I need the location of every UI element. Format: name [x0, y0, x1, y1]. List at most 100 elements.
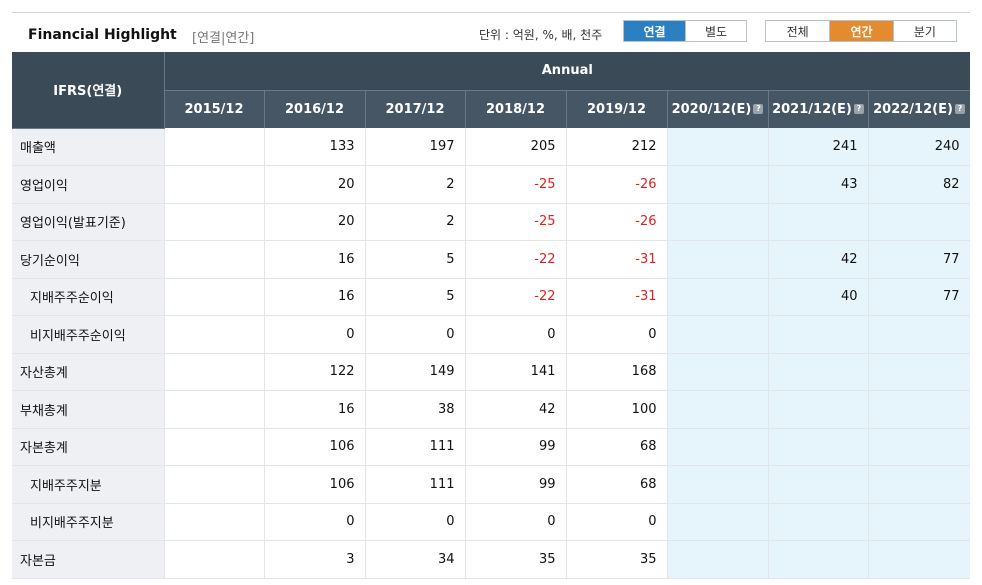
- table-row: 자본금 3 34 35 35: [12, 540, 970, 579]
- table-cell: 122: [264, 353, 366, 391]
- table-row: 매출액 133 197 205 212 241 240: [12, 128, 970, 166]
- column-header-label: 2020/12(E): [671, 101, 752, 117]
- table-row: 영업이익 20 2 -25 -26 43 82: [12, 165, 970, 204]
- table-row: 비지배주주지분 0 0 0 0: [12, 503, 970, 541]
- row-label: 당기순이익: [12, 240, 165, 279]
- tab-all[interactable]: 전체: [766, 21, 829, 41]
- scope-toggle: 연결 별도: [623, 20, 747, 42]
- tab-quarterly[interactable]: 분기: [892, 21, 956, 41]
- table-cell: 20: [264, 203, 366, 241]
- table-cell: 133: [264, 128, 366, 166]
- table-cell: [667, 165, 769, 204]
- table-cell: 5: [365, 240, 466, 279]
- table-cell: 43: [768, 165, 869, 204]
- table-cell: [667, 540, 769, 579]
- table-cell: 35: [566, 540, 668, 579]
- table-cell: 0: [264, 503, 366, 541]
- column-header: 2020/12(E)?: [667, 90, 769, 128]
- table-cell: 0: [264, 315, 366, 354]
- table-cell: -22: [465, 240, 567, 279]
- row-label: 자본총계: [12, 428, 165, 466]
- table-cell: 16: [264, 240, 366, 279]
- row-label: 영업이익: [12, 165, 165, 204]
- table-cell: -31: [566, 240, 668, 279]
- table-cell: 0: [465, 315, 567, 354]
- table-cell: 197: [365, 128, 466, 166]
- table-cell: [768, 315, 869, 354]
- row-label: 비지배주주순이익: [12, 315, 165, 354]
- estimate-help-icon[interactable]: ?: [954, 104, 965, 115]
- table-cell: 20: [264, 165, 366, 204]
- estimate-help-icon[interactable]: ?: [753, 104, 764, 115]
- table-cell: 42: [768, 240, 869, 279]
- table-cell: [667, 128, 769, 166]
- table-cell: [667, 315, 769, 354]
- table-cell: [164, 503, 265, 541]
- table-cell: [667, 503, 769, 541]
- table-cell: [868, 315, 970, 354]
- table-cell: [164, 390, 265, 429]
- table-cell: [768, 428, 869, 466]
- column-header: 2018/12: [465, 90, 567, 128]
- column-header: 2022/12(E)?: [868, 90, 970, 128]
- table-cell: 35: [465, 540, 567, 579]
- row-label: 지배주주순이익: [12, 278, 165, 316]
- table-cell: [667, 278, 769, 316]
- row-label: 영업이익(발표기준): [12, 203, 165, 241]
- table-cell: -26: [566, 165, 668, 204]
- table-cell: [164, 540, 265, 579]
- period-toggle: 전체 연간 분기: [765, 20, 957, 42]
- column-header-label: 2018/12: [485, 101, 546, 117]
- table-cell: -31: [566, 278, 668, 316]
- table-cell: 168: [566, 353, 668, 391]
- annual-group-header: Annual: [164, 52, 970, 91]
- table-cell: 111: [365, 465, 466, 504]
- column-header-label: 2017/12: [385, 101, 445, 117]
- table-cell: 205: [465, 128, 567, 166]
- table-cell: [768, 203, 869, 241]
- table-cell: [768, 390, 869, 429]
- table-row: 자산총계 122 149 141 168: [12, 353, 970, 391]
- table-cell: -22: [465, 278, 567, 316]
- row-label: 지배주주지분: [12, 465, 165, 504]
- table-cell: 99: [465, 465, 567, 504]
- table-cell: [667, 465, 769, 504]
- section-title: Financial Highlight: [28, 27, 177, 43]
- corner-header: IFRS(연결): [12, 52, 165, 129]
- tab-consolidated[interactable]: 연결: [624, 21, 685, 41]
- tab-annual[interactable]: 연간: [829, 21, 893, 41]
- table-cell: 68: [566, 428, 668, 466]
- financial-table-container: IFRS(연결) Annual 2015/12 2016/12 2017/12 201…: [12, 52, 970, 585]
- row-label: 자산총계: [12, 353, 165, 391]
- table-cell: [164, 203, 265, 241]
- table-cell: 111: [365, 428, 466, 466]
- table-cell: 0: [365, 315, 466, 354]
- table-cell: [164, 353, 265, 391]
- table-row: 비지배주주순이익 0 0 0 0: [12, 315, 970, 354]
- column-header: 2017/12: [365, 90, 466, 128]
- table-cell: 99: [465, 428, 567, 466]
- column-header: 2015/12: [164, 90, 265, 128]
- column-header-label: 2015/12: [184, 101, 244, 117]
- column-header: 2021/12(E)?: [768, 90, 869, 128]
- table-cell: [768, 465, 869, 504]
- tab-separate[interactable]: 별도: [684, 21, 746, 41]
- table-cell: 2: [365, 203, 466, 241]
- table-cell: 42: [465, 390, 567, 429]
- table-cell: 0: [465, 503, 567, 541]
- column-header: 2016/12: [264, 90, 366, 128]
- table-cell: [868, 353, 970, 391]
- table-cell: 0: [566, 315, 668, 354]
- table-cell: 38: [365, 390, 466, 429]
- table-cell: [868, 540, 970, 579]
- table-cell: 212: [566, 128, 668, 166]
- table-cell: 2: [365, 165, 466, 204]
- table-cell: 3: [264, 540, 366, 579]
- column-header-label: 2019/12: [586, 101, 647, 117]
- table-cell: [164, 278, 265, 316]
- table-cell: -25: [465, 165, 567, 204]
- table-cell: 240: [868, 128, 970, 166]
- unit-label: 단위 : 억원, %, 배, 천주: [479, 28, 603, 42]
- estimate-help-icon[interactable]: ?: [853, 104, 864, 115]
- column-header-label: 2016/12: [284, 101, 345, 117]
